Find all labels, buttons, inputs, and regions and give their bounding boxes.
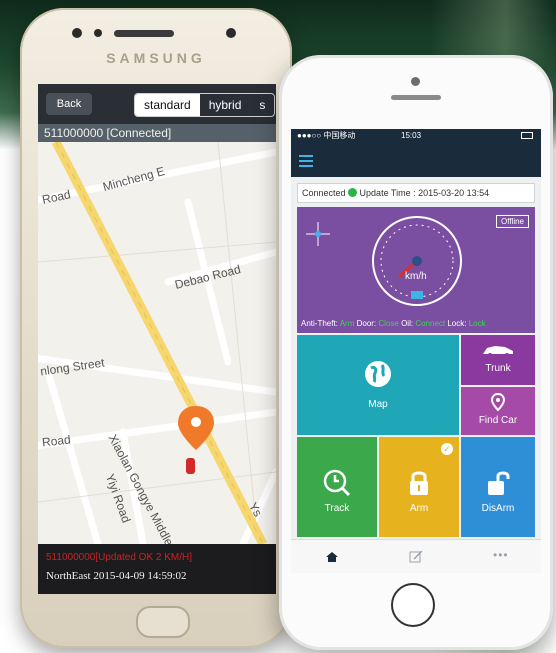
oil-value: Connect [415, 319, 446, 328]
lock-closed-icon [410, 471, 428, 495]
android-screen: Back standard hybrid s 511000000 [Connec… [38, 84, 276, 594]
map-canvas [38, 142, 276, 544]
battery-icon [521, 132, 533, 139]
door-value: Close [378, 319, 399, 328]
carrier-label: ●●●○○ 中国移动 [297, 131, 356, 140]
ios-screen: ●●●○○ 中国移动 15:03 Connected Update Time : … [291, 129, 541, 573]
find-car-tile-label: Find Car [478, 415, 518, 426]
compass-icon [306, 222, 330, 246]
check-icon [347, 188, 357, 197]
more-icon[interactable]: ••• [493, 548, 509, 562]
lock-open-icon [488, 471, 510, 495]
map-type-standard[interactable]: standard [135, 94, 200, 116]
sensor-dot [94, 29, 102, 37]
arm-tile[interactable]: ✓ Arm [379, 437, 459, 537]
trunk-tile-label: Trunk [485, 363, 511, 374]
lock-label: Lock: [447, 319, 467, 328]
anti-theft-value: Arm [339, 319, 355, 328]
car-trunk-icon [483, 346, 513, 357]
road-label: Road [41, 432, 72, 450]
connected-label: Connected [302, 188, 346, 198]
home-icon[interactable] [325, 551, 339, 563]
back-button[interactable]: Back [46, 93, 92, 115]
map-tile-label: Map [368, 399, 388, 410]
door-label: Door: [356, 319, 377, 328]
earpiece [114, 30, 174, 37]
arm-tile-label: Arm [409, 503, 429, 514]
earpiece [391, 95, 441, 100]
lock-value: Lock [468, 319, 486, 328]
offline-badge: Offline [496, 215, 529, 228]
map-pin-icon [491, 393, 505, 411]
vehicle-status-line: Anti-Theft: Arm Door: Close Oil: Connect… [301, 319, 486, 328]
status-bar: ●●●○○ 中国移动 15:03 [291, 129, 541, 143]
update-status-text: 511000000[Updated OK 2 KM/H] [46, 552, 193, 563]
menu-icon[interactable] [299, 155, 313, 167]
clock-search-icon [323, 469, 351, 497]
vehicle-status-panel: 511000000[Updated OK 2 KM/H] NorthEast 2… [38, 544, 276, 594]
oil-label: Oil: [401, 319, 414, 328]
trunk-tile[interactable]: Trunk [461, 335, 535, 385]
home-button[interactable] [391, 583, 435, 627]
front-camera [411, 77, 420, 86]
samsung-phone: SAMSUNG Back standard hybrid s 511000000… [20, 8, 292, 648]
sensor-dot [72, 28, 82, 38]
heading-timestamp-text: NorthEast 2015-04-09 14:59:02 [46, 570, 187, 582]
speedometer-icon [372, 216, 462, 306]
track-tile-label: Track [324, 503, 350, 514]
find-car-tile[interactable]: Find Car [461, 387, 535, 435]
app-header [291, 143, 541, 177]
home-button[interactable] [136, 606, 190, 638]
map-tile[interactable]: Map [297, 335, 459, 435]
selected-check-icon: ✓ [441, 443, 453, 455]
iphone: ●●●○○ 中国移动 15:03 Connected Update Time : … [279, 55, 553, 650]
speed-dashboard: km/h Offline Anti-Theft: Arm Door: Close… [297, 207, 535, 333]
edit-icon[interactable] [409, 551, 423, 563]
front-camera [226, 28, 236, 38]
connection-info-bar: Connected Update Time : 2015-03-20 13:54 [297, 183, 535, 203]
disarm-tile-label: DisArm [481, 503, 515, 514]
update-time-label: Update Time : 2015-03-20 13:54 [359, 188, 490, 198]
speed-unit-label: km/h [405, 271, 427, 282]
disarm-tile[interactable]: DisArm [461, 437, 535, 537]
map-type-selector: standard hybrid s [134, 93, 276, 117]
map-type-satellite[interactable]: s [250, 94, 274, 116]
connection-status: 511000000 [Connected] [38, 124, 276, 142]
clock-label: 15:03 [401, 131, 422, 140]
vehicle-icon[interactable] [186, 458, 195, 474]
brand-logo: SAMSUNG [106, 50, 206, 66]
nav-bar: Back standard hybrid s [38, 84, 276, 124]
tab-bar: ••• [291, 539, 541, 573]
track-tile[interactable]: Track [297, 437, 377, 537]
anti-theft-label: Anti-Theft: [301, 319, 338, 328]
map-view[interactable]: Mincheng E Road Debao Road nlong Street … [38, 142, 276, 544]
globe-icon [365, 361, 391, 387]
map-type-hybrid[interactable]: hybrid [200, 94, 251, 116]
